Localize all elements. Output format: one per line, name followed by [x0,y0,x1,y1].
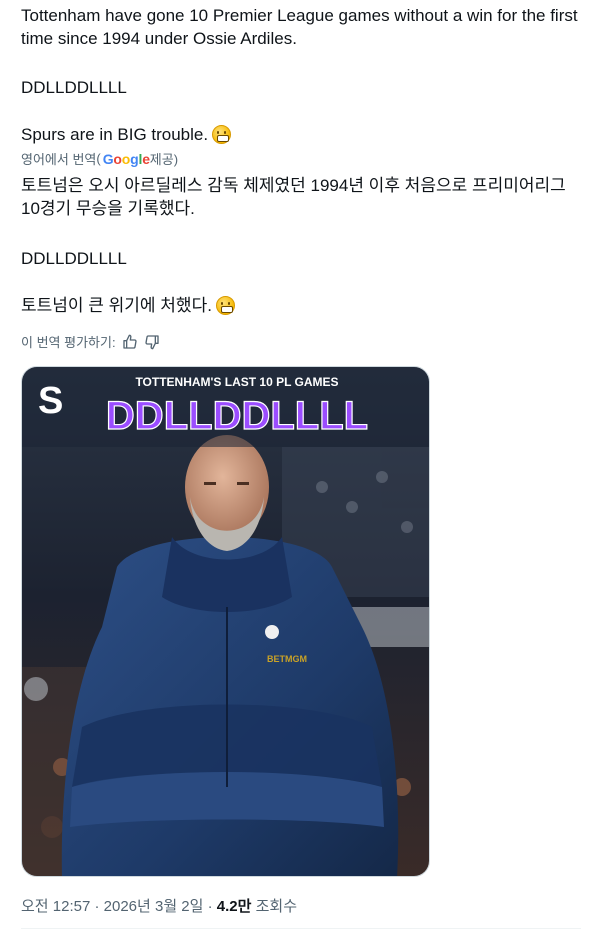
thumbs-down-icon[interactable] [144,334,160,350]
divider [21,928,581,929]
translated-text-line3: 토트넘이 큰 위기에 처했다. [21,294,235,317]
tweet-text-line3-label: Spurs are in BIG trouble. [21,125,209,144]
tweet-text-line3: Spurs are in BIG trouble. [21,123,232,146]
provided-label: 제공) [149,152,179,167]
rate-translation-label: 이 번역 평가하기: [21,335,116,350]
translated-text-line3-label: 토트넘이 큰 위기에 처했다. [21,296,212,315]
meta-separator: · [90,898,104,915]
tweet-meta: 오전 12:57 · 2026년 3월 2일 · 4.2만 조회수 [21,895,297,916]
image-headline: TOTTENHAM'S LAST 10 PL GAMES [135,375,338,389]
thumbs-up-icon[interactable] [122,334,138,350]
grimacing-face-icon [212,125,232,144]
tweet-container: Tottenham have gone 10 Premier League ga… [0,0,601,933]
grimacing-face-icon [215,296,235,315]
meta-separator-2: · [203,898,217,915]
tweet-image[interactable]: BETMGM S TOTTENHAM'S LAST 10 PL GAMES DD… [21,366,430,877]
translation-attribution[interactable]: 영어에서 번역 ( Google 제공) [21,149,178,168]
rate-translation-row: 이 번역 평가하기: [21,332,160,351]
views-count: 4.2만 [216,898,252,915]
tweet-date[interactable]: 2026년 3월 2일 [104,898,204,915]
views-label: 조회수 [251,898,298,915]
google-logo: Google [102,150,150,167]
tweet-image-graphic: BETMGM S TOTTENHAM'S LAST 10 PL GAMES DD… [22,367,429,876]
paren-open: ( [96,151,101,166]
logo-letter: S [38,380,63,422]
tweet-text-line1: Tottenham have gone 10 Premier League ga… [21,6,583,48]
tweet-text-line2: DDLLDDLLLL [21,78,127,97]
translated-text-line1: 토트넘은 오시 아르딜레스 감독 체제였던 1994년 이후 처음으로 프리미어… [21,176,571,218]
translated-text-line2: DDLLDDLLLL [21,249,127,268]
image-big-text: DDLLDDLLLL [106,394,368,438]
tweet-time[interactable]: 오전 12:57 [21,898,90,915]
translated-from-label[interactable]: 영어에서 번역 [21,149,96,168]
sponsor-label: BETMGM [267,654,307,664]
